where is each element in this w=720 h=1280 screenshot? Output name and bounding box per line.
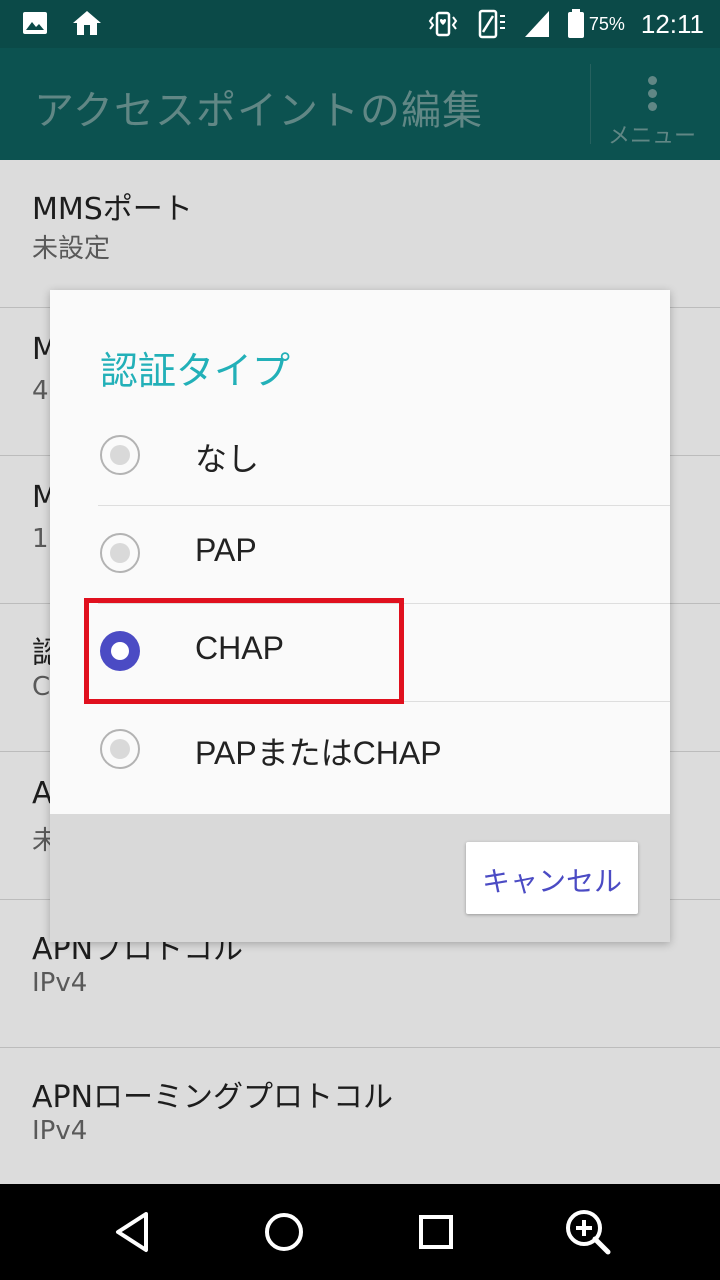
option-none[interactable]: なし — [50, 408, 670, 506]
option-label: なし — [195, 441, 260, 477]
option-label: PAPまたはCHAP — [195, 735, 442, 771]
battery-icon — [567, 9, 584, 38]
back-icon[interactable] — [102, 1202, 162, 1262]
option-pap[interactable]: PAP — [50, 506, 670, 604]
battery-indicator: 75% — [567, 9, 625, 39]
clock: 12:11 — [640, 8, 704, 39]
home-icon — [73, 11, 101, 35]
zoom-in-icon[interactable] — [558, 1202, 618, 1262]
dialog-title: 認証タイプ — [100, 349, 291, 393]
rotation-icon — [478, 9, 505, 39]
signal-icon — [524, 11, 549, 37]
option-label: PAP — [195, 532, 257, 568]
cancel-label: キャンセル — [481, 865, 622, 898]
dialog-footer: キャンセル — [50, 814, 670, 942]
battery-percent: 75% — [588, 13, 625, 34]
vibrate-icon — [428, 11, 458, 37]
image-icon — [23, 12, 47, 34]
home-circle-icon[interactable] — [254, 1202, 314, 1262]
highlight-annotation-box — [84, 598, 404, 704]
option-pap-or-chap[interactable]: PAPまたはCHAP — [50, 702, 670, 800]
cancel-button[interactable]: キャンセル — [466, 842, 638, 914]
navigation-bar — [0, 1184, 720, 1280]
radio-button[interactable] — [100, 435, 140, 475]
recents-icon[interactable] — [406, 1202, 466, 1262]
radio-button[interactable] — [100, 533, 140, 573]
radio-button[interactable] — [100, 729, 140, 769]
status-bar: 75% 12:11 — [0, 0, 720, 48]
